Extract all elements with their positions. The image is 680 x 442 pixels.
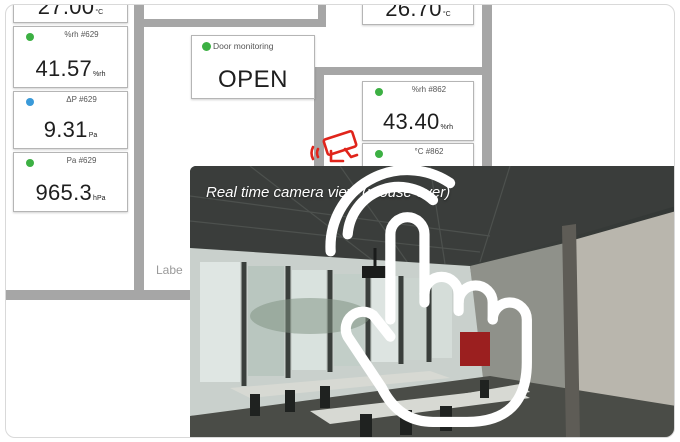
floor-plan-card: 27.00°C %rh #629 41.57%rh ΔP #629 9.31Pa… [5,4,675,438]
status-dot [375,150,383,158]
wall [324,67,482,75]
status-dot [26,159,34,167]
floor-plan: 27.00°C %rh #629 41.57%rh ΔP #629 9.31Pa… [6,4,674,437]
sensor-label: Pa #629 [66,156,97,165]
sensor-value: 27.00°C [14,4,127,20]
sensor-humidity-862[interactable]: %rh #862 43.40%rh [362,81,474,141]
sensor-pressure-diff-629[interactable]: ΔP #629 9.31Pa [13,91,128,149]
wall [318,5,326,27]
wall [6,290,206,300]
sensor-reading: 965.3 [35,180,93,205]
sensor-reading: 26.70 [385,4,442,21]
sensor-label: %rh #862 [411,85,447,94]
sensor-unit: %rh [440,124,453,131]
sensor-label: °C #862 [414,147,444,156]
sensor-pressure-629[interactable]: Pa #629 965.3hPa [13,152,128,212]
door-label: Door monitoring [213,41,274,51]
sensor-value: 9.31Pa [14,117,127,143]
sensor-unit: Pa [88,132,98,139]
wall [144,19,326,27]
sensor-value: 965.3hPa [14,180,127,206]
security-camera-icon[interactable] [309,127,367,169]
camera-video-view[interactable]: Real time camera view (mouse over) [190,166,674,437]
status-dot [26,33,34,41]
sensor-unit: %rh [93,71,106,78]
door-status: OPEN [217,66,288,93]
sensor-label: ΔP #629 [66,95,97,104]
sensor-humidity-629[interactable]: %rh #629 41.57%rh [13,26,128,88]
wall [482,5,492,170]
sensor-reading: 9.31 [43,117,88,142]
sensor-unit: hPa [93,195,106,202]
sensor-unit: °C [442,11,451,18]
touch-hand-icon [325,166,532,428]
wall [134,5,144,300]
sensor-unit: °C [95,9,104,16]
room-label: Labe [156,263,183,277]
sensor-value: 41.57%rh [14,56,127,82]
status-dot [375,88,383,96]
sensor-reading: 27.00 [37,4,95,19]
status-dot [202,42,211,51]
sensor-reading: 43.40 [382,109,440,134]
door-monitoring-widget[interactable]: Door monitoring OPEN [191,35,315,99]
sensor-temperature-2[interactable]: 26.70°C [362,4,474,25]
sensor-value: 43.40%rh [363,109,473,135]
sensor-temperature-1[interactable]: 27.00°C [13,4,128,23]
sensor-reading: 41.57 [35,56,93,81]
sensor-label: %rh #629 [64,30,99,39]
sensor-value: 26.70°C [363,4,473,22]
status-dot [26,98,34,106]
